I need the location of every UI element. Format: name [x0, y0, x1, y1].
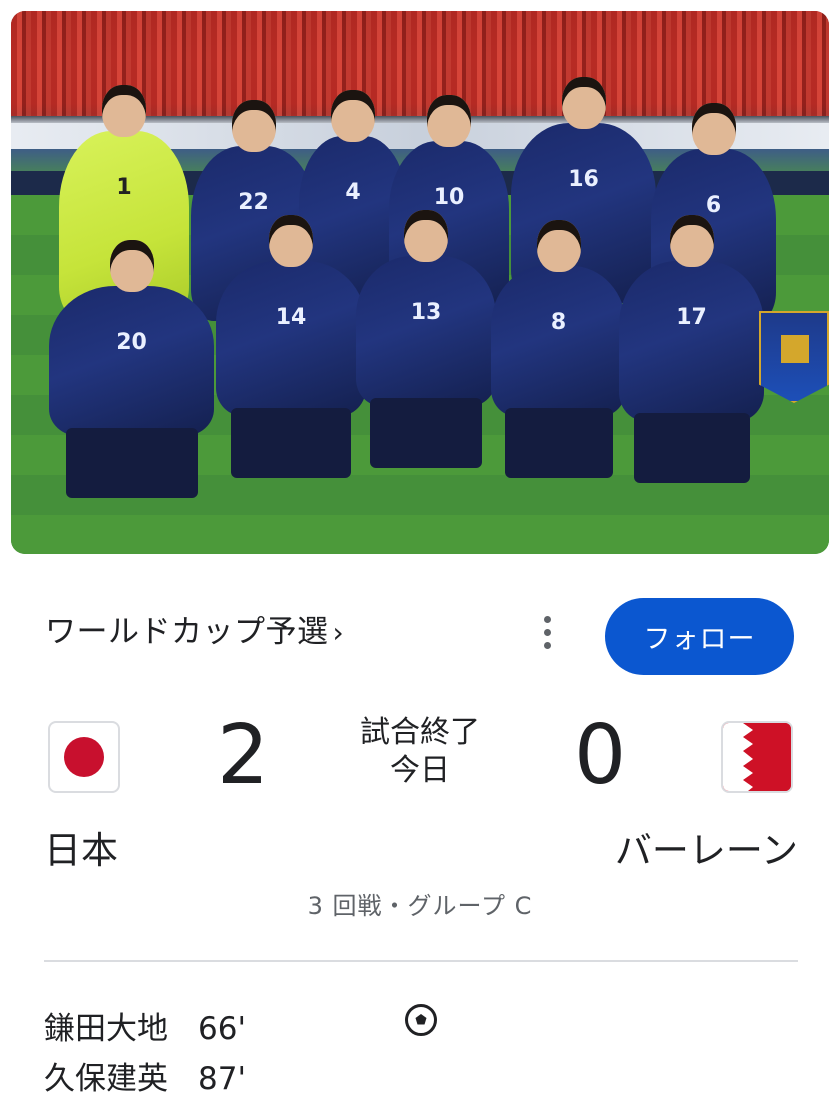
scorer-name: 久保建英	[44, 1061, 168, 1097]
soccer-ball-icon	[405, 1004, 437, 1036]
scorer-row: 鎌田大地 66'	[44, 1003, 246, 1048]
bahrain-flag-icon	[721, 721, 793, 793]
match-status-text: 試合終了	[360, 715, 480, 750]
player: 20	[49, 240, 214, 498]
player: 17	[619, 215, 764, 483]
match-status: 試合終了 今日	[330, 714, 510, 789]
competition-title: ワールドカップ予選	[45, 614, 329, 650]
player: 14	[216, 215, 366, 478]
player: 8	[491, 220, 626, 478]
away-team-name[interactable]: バーレーン	[615, 820, 798, 874]
match-date: 今日	[390, 752, 450, 788]
scorer-name: 鎌田大地	[44, 1011, 168, 1047]
home-score: 2	[217, 708, 270, 803]
chevron-right-icon: ›	[332, 616, 345, 649]
player: 13	[356, 210, 496, 468]
home-team-name[interactable]: 日本	[44, 820, 118, 874]
japan-flag-icon	[48, 721, 120, 793]
divider	[44, 960, 798, 962]
scorer-row: 久保建英 87'	[44, 1053, 246, 1098]
match-round: 3 回戦・グループ C	[307, 892, 533, 920]
more-vert-icon[interactable]	[533, 612, 561, 652]
away-score: 0	[574, 708, 627, 803]
competition-link[interactable]: ワールドカップ予選 ›	[45, 606, 344, 651]
follow-button[interactable]: フォロー	[605, 598, 794, 675]
team-photo[interactable]: 1 22 4 10 16 6 20 14 13 8 17	[11, 11, 829, 554]
scorer-minute: 87'	[198, 1061, 246, 1097]
scorer-minute: 66'	[198, 1011, 246, 1047]
pennant-flag	[759, 311, 829, 403]
